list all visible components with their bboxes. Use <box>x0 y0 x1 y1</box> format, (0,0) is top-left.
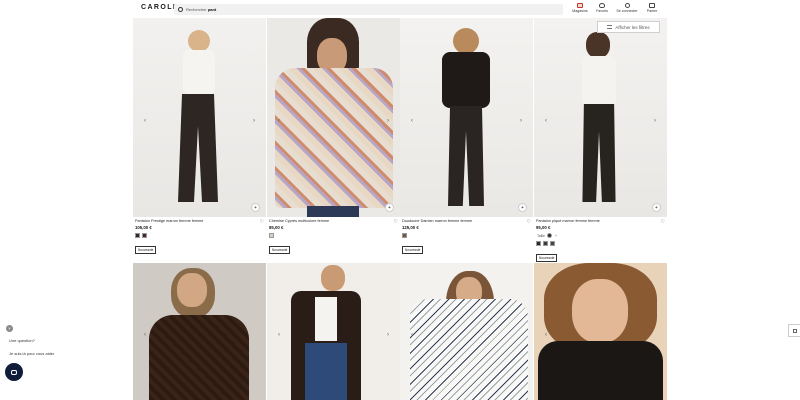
quick-add-icon[interactable]: + <box>518 203 527 212</box>
site-header: CAROLL Rechercher pant Magasins Favoris … <box>0 0 800 18</box>
product-price: 85,00 € <box>269 225 284 230</box>
nav-label: Panier <box>646 9 658 13</box>
product-image[interactable]: ‹ <box>534 263 667 400</box>
product-name[interactable]: Doudoune Damien marron femme femme <box>402 219 531 223</box>
quick-add-icon[interactable]: + <box>385 203 394 212</box>
nav-cart[interactable]: Panier <box>640 3 664 13</box>
user-icon <box>624 3 630 8</box>
heart-icon[interactable]: ♡ <box>260 219 264 225</box>
next-arrow-icon[interactable]: › <box>520 118 522 124</box>
prev-arrow-icon[interactable]: ‹ <box>144 332 146 338</box>
heart-icon <box>599 3 605 8</box>
product-card[interactable]: ‹ › + Doudoune Damien marron femme femme… <box>400 18 533 254</box>
product-name[interactable]: Pantalon piqué marron femme femme <box>536 219 665 223</box>
product-card[interactable]: ‹ <box>534 263 667 400</box>
color-swatch[interactable] <box>546 233 552 238</box>
store-icon <box>577 3 583 8</box>
prev-arrow-icon[interactable]: ‹ <box>278 118 280 124</box>
chat-icon <box>11 369 17 375</box>
close-icon[interactable]: × <box>6 325 13 332</box>
product-card[interactable]: ‹ <box>133 263 266 400</box>
show-filters-button[interactable]: Afficher les filtres <box>597 21 660 33</box>
product-image[interactable]: ‹ › + <box>133 18 266 217</box>
nav-login[interactable]: Se connecter <box>615 3 639 13</box>
prev-arrow-icon[interactable]: ‹ <box>144 118 146 124</box>
new-badge: Nouveauté <box>402 246 424 254</box>
color-swatch[interactable] <box>142 233 147 238</box>
nav-stores[interactable]: Magasins <box>568 3 592 13</box>
search-placeholder: Rechercher <box>186 7 207 12</box>
product-card[interactable]: ‹ › + Pantalon Prestige marron femme fem… <box>133 18 266 254</box>
product-price: 95,00 € <box>536 225 551 230</box>
nav-label: Se connecter <box>616 9 638 13</box>
prev-arrow-icon[interactable]: ‹ <box>411 332 413 338</box>
next-arrow-icon[interactable]: › <box>253 118 255 124</box>
next-arrow-icon[interactable]: › <box>387 118 389 124</box>
color-swatch[interactable] <box>543 241 548 246</box>
heart-icon[interactable]: ♡ <box>527 219 531 225</box>
nav-favorites[interactable]: Favoris <box>590 3 614 13</box>
product-image[interactable]: ‹ <box>400 263 533 400</box>
feedback-icon <box>792 328 797 333</box>
side-feedback-tab[interactable] <box>788 324 800 337</box>
quick-add-icon[interactable]: + <box>251 203 260 212</box>
product-image[interactable]: ‹ › + <box>267 18 400 217</box>
color-swatch[interactable] <box>269 233 274 238</box>
new-badge: Nouveauté <box>536 254 558 262</box>
heart-icon[interactable]: ♡ <box>394 219 398 225</box>
chat-question[interactable]: Une question? <box>9 338 35 343</box>
prev-arrow-icon[interactable]: ‹ <box>545 118 547 124</box>
product-image[interactable]: ‹ › + <box>400 18 533 217</box>
color-swatch[interactable] <box>536 241 541 246</box>
product-image[interactable]: ‹ › <box>267 263 400 400</box>
product-card[interactable]: ‹ › <box>267 263 400 400</box>
product-price: 125,00 € <box>402 225 419 230</box>
quick-add-icon[interactable]: + <box>652 203 661 212</box>
nav-label: Favoris <box>596 9 608 13</box>
heart-icon[interactable]: ♡ <box>661 219 665 225</box>
next-arrow-icon[interactable]: › <box>654 118 656 124</box>
filter-icon <box>607 25 613 29</box>
chat-help[interactable]: Je suis là pour vous aider <box>9 351 54 356</box>
product-image[interactable]: ‹ › + <box>534 18 667 217</box>
chat-button[interactable] <box>5 363 23 381</box>
new-badge: Nouveauté <box>135 246 157 254</box>
product-image[interactable]: ‹ <box>133 263 266 400</box>
more-colors: + <box>554 233 558 238</box>
prev-arrow-icon[interactable]: ‹ <box>411 118 413 124</box>
product-name[interactable]: Chemise Cyprès multicolore femme <box>269 219 398 223</box>
product-card[interactable]: ‹ › + Chemise Cyprès multicolore femme ♡… <box>267 18 400 254</box>
bag-icon <box>649 3 655 8</box>
size-label: Taille <box>537 233 545 238</box>
search-input[interactable]: Rechercher pant <box>174 4 563 15</box>
color-swatch[interactable] <box>135 233 140 238</box>
new-badge: Nouveauté <box>269 246 291 254</box>
product-price: 105,00 € <box>135 225 152 230</box>
show-filters-label: Afficher les filtres <box>615 24 650 30</box>
color-swatch[interactable] <box>402 233 407 238</box>
color-swatch[interactable] <box>550 241 555 246</box>
product-name[interactable]: Pantalon Prestige marron femme femme <box>135 219 264 223</box>
prev-arrow-icon[interactable]: ‹ <box>545 332 547 338</box>
nav-label: Magasins <box>572 9 588 13</box>
prev-arrow-icon[interactable]: ‹ <box>278 332 280 338</box>
next-arrow-icon[interactable]: › <box>387 332 389 338</box>
product-card[interactable]: ‹ › + Pantalon piqué marron femme femme … <box>534 18 667 262</box>
search-icon <box>178 7 183 12</box>
search-value: pant <box>207 7 217 12</box>
brand-logo[interactable]: CAROLL <box>141 4 179 11</box>
product-card[interactable]: ‹ <box>400 263 533 400</box>
